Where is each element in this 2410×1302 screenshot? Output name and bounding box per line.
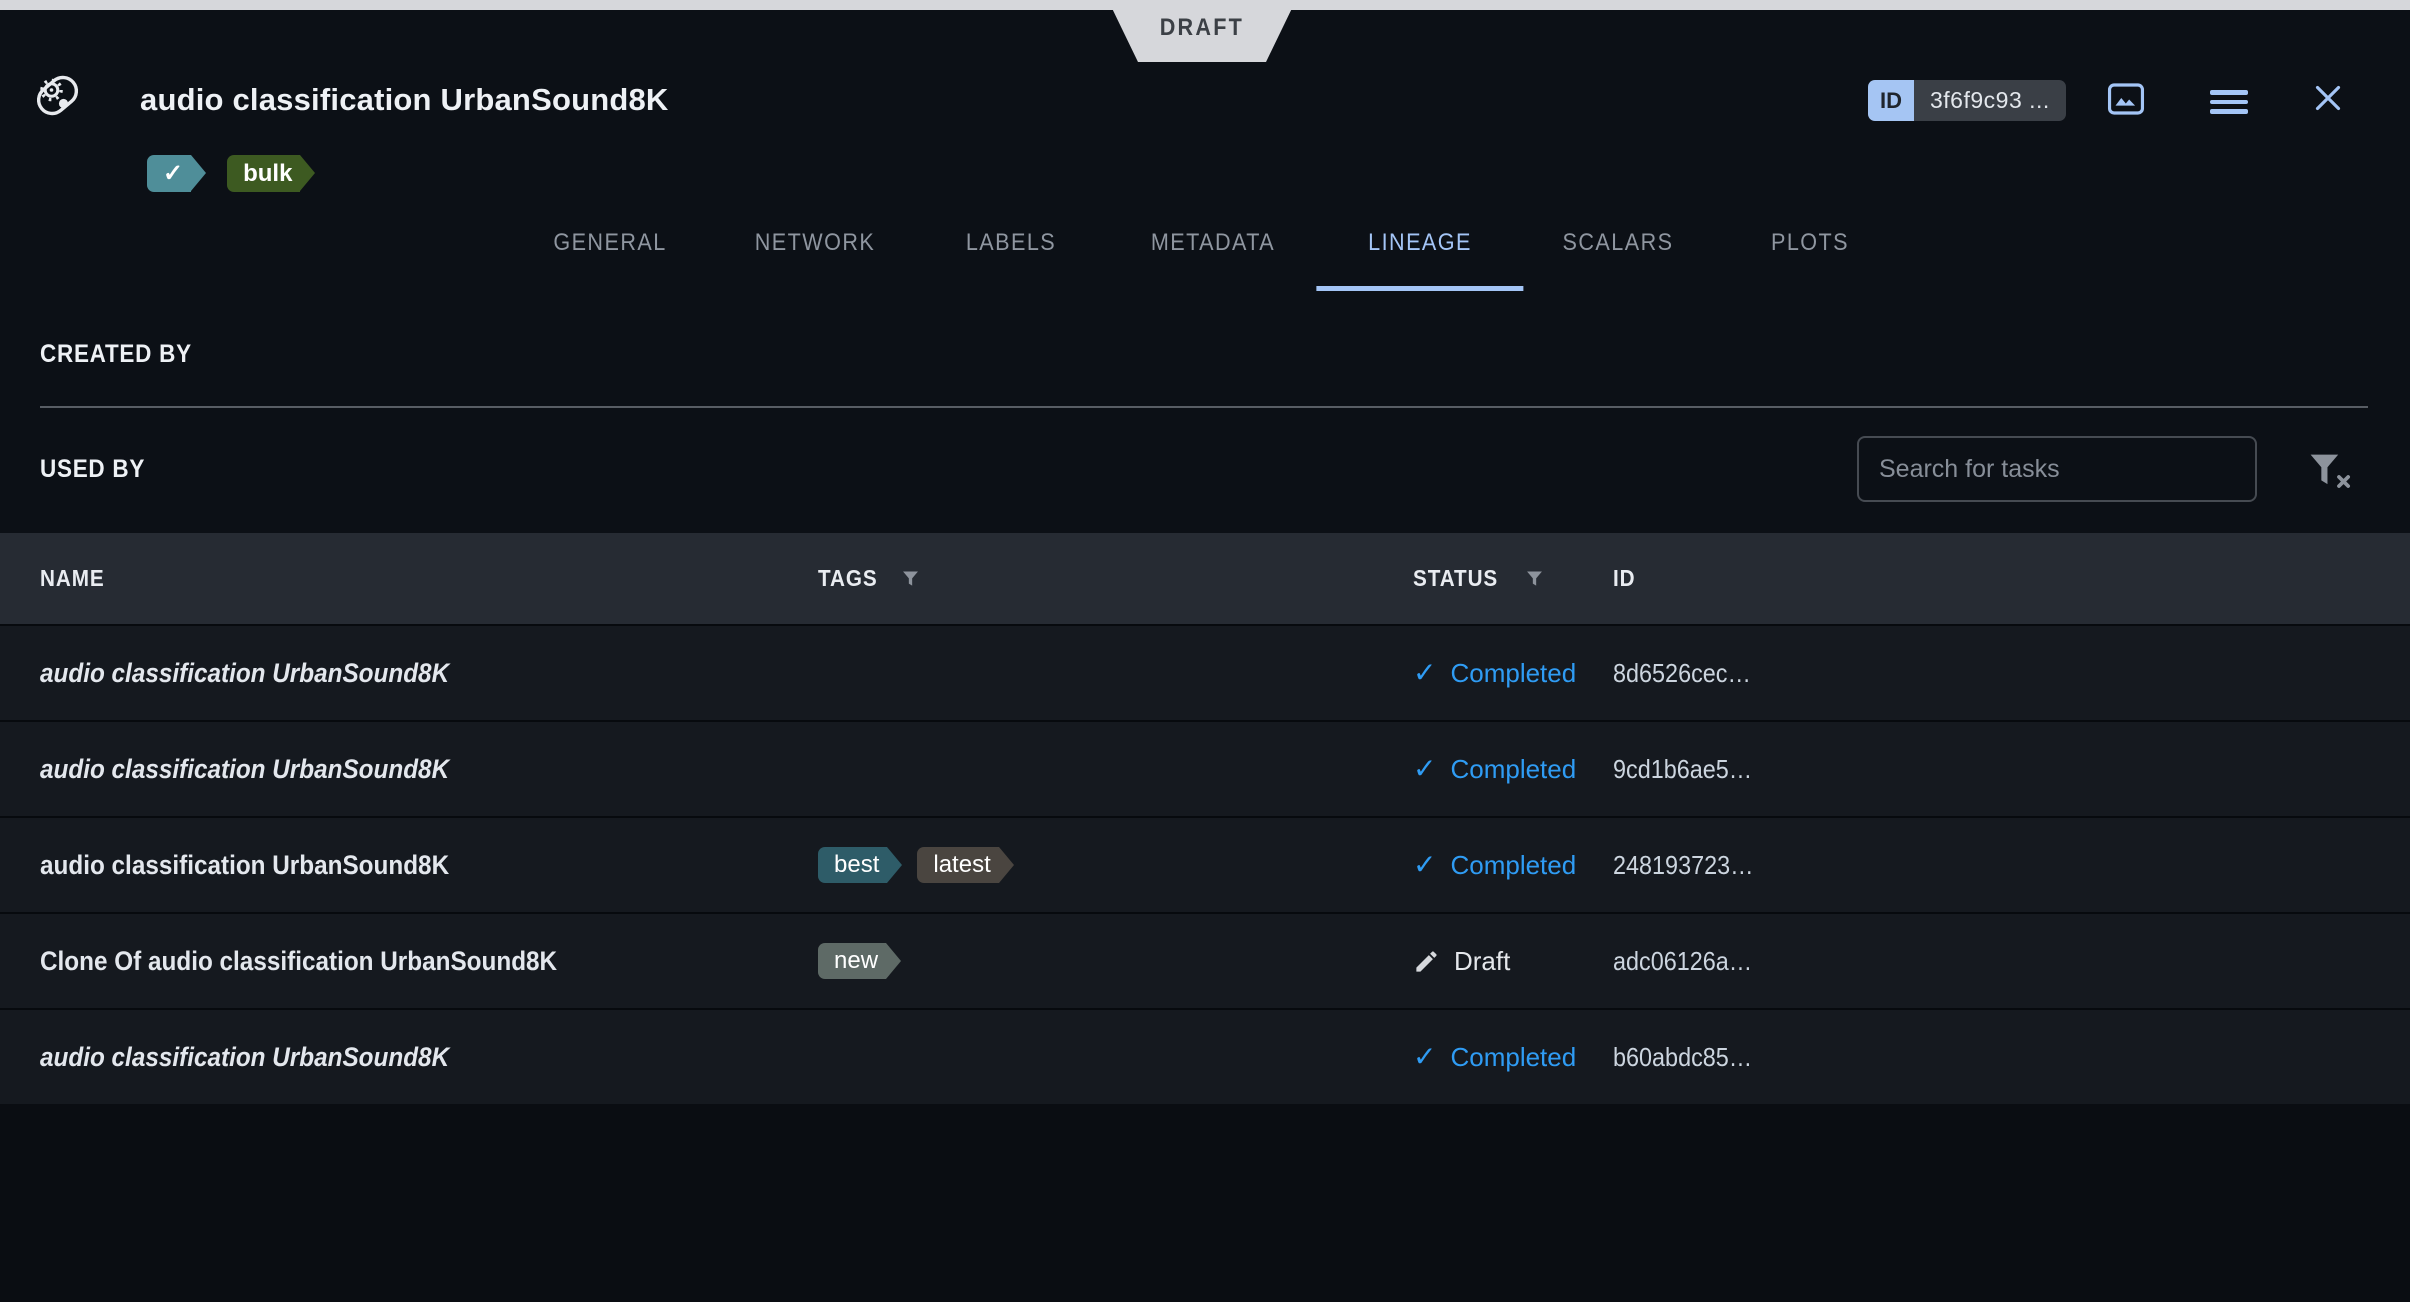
task-id: 9cd1b6ae5…	[1613, 753, 1753, 784]
tab-labels[interactable]: LABELS	[961, 195, 1061, 291]
draft-pencil-icon	[1416, 950, 1437, 972]
task-id: 248193723…	[1613, 849, 1754, 880]
id-badge[interactable]: ID 3f6f9c93 ...	[1868, 80, 2066, 121]
table-row[interactable]: audio classification UrbanSound8K ✓ Comp…	[0, 720, 2410, 816]
task-name: audio classification UrbanSound8K	[40, 849, 450, 880]
plots-preview-icon[interactable]	[2105, 78, 2147, 120]
status-text: Completed	[1450, 1041, 1577, 1072]
tab-general[interactable]: GENERAL	[547, 195, 673, 291]
search-box	[1857, 436, 2257, 502]
draft-ribbon-label: DRAFT	[1159, 14, 1245, 41]
column-header-name: NAME	[40, 565, 105, 591]
clear-filter-icon[interactable]	[2306, 450, 2352, 490]
tag-new[interactable]: new	[818, 943, 902, 979]
model-icon	[36, 75, 79, 116]
tag-best[interactable]: best	[818, 847, 903, 883]
tab-network[interactable]: NETWORK	[748, 195, 882, 291]
section-divider	[40, 406, 2368, 408]
table-row[interactable]: audio classification UrbanSound8K ✓ Comp…	[0, 1008, 2410, 1104]
search-input[interactable]	[1859, 438, 2255, 500]
status-text: Completed	[1450, 657, 1577, 688]
table-header-row: NAME TAGS STATUS ID	[0, 533, 2410, 624]
tab-lineage[interactable]: LINEAGE	[1316, 195, 1524, 291]
task-name: Clone Of audio classification UrbanSound…	[40, 945, 558, 976]
close-icon[interactable]	[2310, 80, 2346, 116]
tab-metadata[interactable]: METADATA	[1144, 195, 1282, 291]
page-title: audio classification UrbanSound8K	[140, 82, 669, 117]
task-id: 8d6526cec…	[1613, 657, 1751, 688]
table-row[interactable]: Clone Of audio classification UrbanSound…	[0, 912, 2410, 1008]
empty-footer-area	[0, 1104, 2410, 1302]
tag-latest[interactable]: latest	[917, 847, 1015, 883]
id-badge-label: ID	[1868, 80, 1914, 121]
tag-label: bulk	[243, 159, 293, 187]
task-name: audio classification UrbanSound8K	[40, 753, 450, 784]
tab-plots[interactable]: PLOTS	[1767, 195, 1854, 291]
status-filter-icon[interactable]	[1524, 568, 1545, 589]
task-name: audio classification UrbanSound8K	[40, 1041, 450, 1072]
checked-tag[interactable]: ✓	[147, 155, 207, 192]
id-badge-value: 3f6f9c93 ...	[1914, 80, 2066, 121]
tab-bar: GENERAL NETWORK LABELS METADATA LINEAGE …	[0, 195, 2410, 291]
task-name: audio classification UrbanSound8K	[40, 657, 450, 688]
completed-check-icon: ✓	[1413, 849, 1437, 880]
status-text: Completed	[1450, 849, 1577, 880]
table-row[interactable]: audio classification UrbanSound8K ✓ Comp…	[0, 624, 2410, 720]
tag-bulk[interactable]: bulk	[227, 155, 316, 192]
completed-check-icon: ✓	[1413, 657, 1437, 688]
task-id: adc06126a…	[1613, 945, 1753, 976]
tab-scalars[interactable]: SCALARS	[1556, 195, 1679, 291]
tags-filter-icon[interactable]	[900, 568, 921, 589]
hamburger-menu-icon[interactable]	[2210, 90, 2248, 114]
status-text: Completed	[1450, 753, 1577, 784]
status-text: Draft	[1454, 945, 1511, 976]
table-row[interactable]: audio classification UrbanSound8K best l…	[0, 816, 2410, 912]
created-by-heading: CREATED BY	[40, 340, 192, 368]
column-header-tags: TAGS	[818, 565, 1413, 592]
column-header-status: STATUS	[1413, 565, 1613, 592]
task-id: b60abdc85…	[1613, 1041, 1753, 1072]
completed-check-icon: ✓	[1413, 1041, 1437, 1072]
completed-check-icon: ✓	[1413, 753, 1437, 784]
draft-ribbon: DRAFT	[1108, 0, 1296, 62]
column-header-id: ID	[1613, 565, 1636, 591]
used-by-heading: USED BY	[40, 455, 146, 483]
check-icon: ✓	[163, 159, 184, 187]
model-tags: ✓ bulk	[147, 155, 336, 192]
model-detail-panel: DRAFT audio classification UrbanSound8K …	[0, 0, 2410, 1302]
used-by-table: NAME TAGS STATUS ID audio classification…	[0, 533, 2410, 1104]
